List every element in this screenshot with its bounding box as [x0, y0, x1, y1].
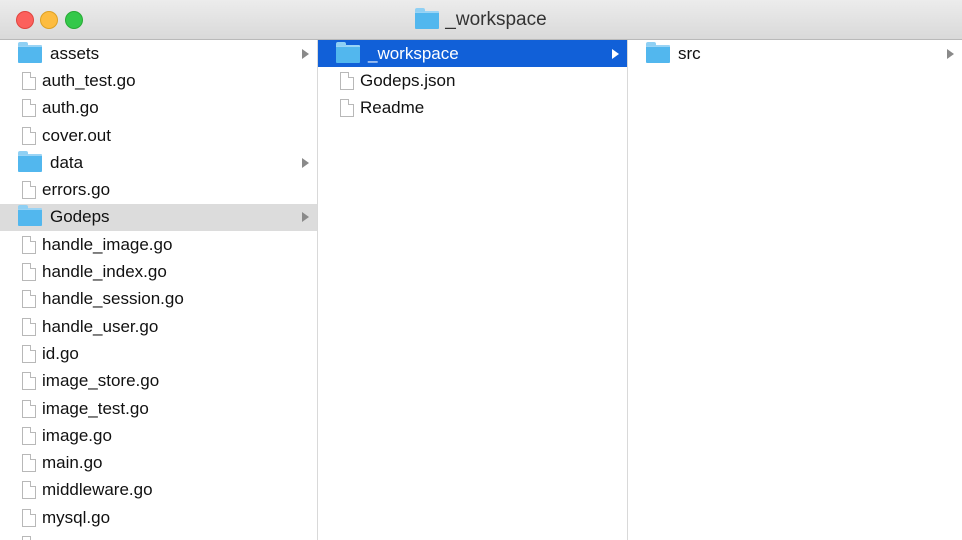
item-label: image_store.go	[42, 371, 160, 391]
file-row[interactable]: Readme	[318, 95, 627, 122]
window-title-text: _workspace	[445, 9, 547, 30]
document-icon	[22, 481, 36, 500]
disclosure-arrow-icon	[302, 157, 309, 168]
item-label: handle_session.go	[42, 289, 184, 309]
document-icon	[22, 181, 36, 200]
file-row[interactable]: id.go	[0, 340, 317, 367]
folder-icon	[646, 41, 670, 63]
column-3[interactable]: src	[628, 40, 962, 540]
document-icon	[22, 317, 36, 336]
window-title: _workspace	[0, 8, 962, 32]
title-bar: _workspace	[0, 0, 962, 40]
folder-row[interactable]: assets	[0, 40, 317, 67]
folder-row[interactable]: Godeps	[0, 203, 317, 232]
file-row[interactable]: main.go	[0, 449, 317, 476]
file-row[interactable]: auth_test.go	[0, 67, 317, 94]
file-row[interactable]: auth.go	[0, 95, 317, 122]
item-label: id.go	[42, 343, 79, 363]
finder-window: _workspace assets auth_test.go auth.go cove…	[0, 0, 962, 540]
item-label: image.go	[42, 425, 112, 445]
file-row[interactable]: image.go	[0, 422, 317, 449]
item-label: mysql.go	[42, 507, 111, 527]
item-label: errors.go	[42, 180, 111, 200]
disclosure-arrow-icon	[947, 48, 954, 59]
disclosure-arrow-icon	[302, 212, 309, 223]
item-label: middleware.go	[42, 480, 153, 500]
item-label: main.go	[42, 453, 103, 473]
file-row[interactable]: handle_session.go	[0, 286, 317, 313]
folder-row[interactable]: src	[628, 40, 962, 67]
disclosure-arrow-icon	[612, 48, 619, 59]
item-label: _workspace	[368, 43, 459, 63]
item-label: auth.go	[42, 98, 99, 118]
item-label: image_test.go	[42, 398, 149, 418]
document-icon	[22, 454, 36, 473]
item-label: Godeps.json	[360, 70, 456, 90]
folder-icon	[18, 41, 42, 63]
file-row[interactable]: Godeps.json	[318, 67, 627, 94]
item-label: data	[50, 152, 84, 172]
file-row[interactable]: cover.out	[0, 122, 317, 149]
file-row[interactable]: handle_image.go	[0, 231, 317, 258]
document-icon	[22, 290, 36, 309]
document-icon	[22, 263, 36, 282]
folder-icon	[415, 8, 440, 29]
folder-icon	[18, 150, 42, 172]
document-icon	[22, 71, 36, 90]
document-icon	[22, 99, 36, 118]
item-label: Godeps	[50, 207, 110, 227]
file-row[interactable]: image_store.go	[0, 368, 317, 395]
document-icon	[22, 235, 36, 254]
file-row[interactable]: mysql.go	[0, 504, 317, 531]
folder-row[interactable]: data	[0, 149, 317, 176]
document-icon	[22, 126, 36, 145]
item-label: auth_test.go	[42, 70, 136, 90]
document-icon	[22, 399, 36, 418]
folder-row[interactable]: _workspace	[318, 40, 627, 68]
file-row[interactable]: image_test.go	[0, 395, 317, 422]
file-row[interactable]: errors.go	[0, 176, 317, 203]
item-label: handle_index.go	[42, 262, 167, 282]
document-icon	[340, 71, 354, 90]
folder-icon	[18, 205, 42, 227]
item-label: src	[678, 43, 701, 63]
disclosure-arrow-icon	[302, 48, 309, 59]
file-row[interactable]: handle_index.go	[0, 258, 317, 285]
document-icon	[22, 426, 36, 445]
item-label: handle_image.go	[42, 234, 173, 254]
file-row[interactable]: middleware.go	[0, 477, 317, 504]
file-row[interactable]	[0, 531, 317, 540]
item-label: assets	[50, 43, 100, 63]
item-label: handle_user.go	[42, 316, 159, 336]
item-label: Readme	[360, 98, 425, 118]
column-2[interactable]: _workspace Godeps.json Readme	[318, 40, 628, 540]
column-1[interactable]: assets auth_test.go auth.go cover.out data er…	[0, 40, 318, 540]
file-row[interactable]: handle_user.go	[0, 313, 317, 340]
item-label: cover.out	[42, 125, 111, 145]
document-icon	[22, 344, 36, 363]
folder-icon	[336, 41, 360, 63]
document-icon	[22, 535, 36, 540]
document-icon	[22, 372, 36, 391]
document-icon	[340, 99, 354, 118]
document-icon	[22, 508, 36, 527]
